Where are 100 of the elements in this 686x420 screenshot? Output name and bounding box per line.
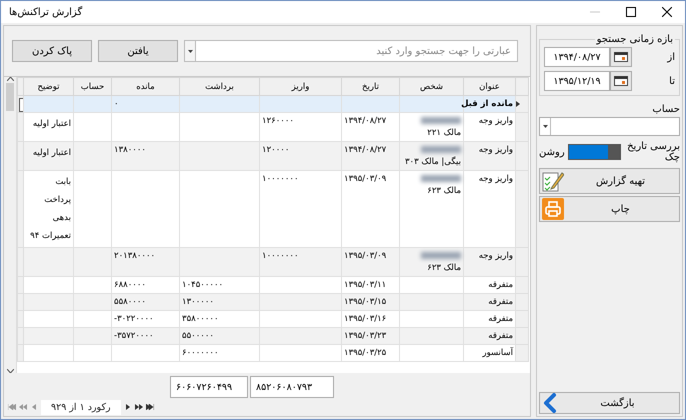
table-cell: متفرقه [488, 314, 513, 324]
dropdown-arrow-icon [542, 125, 548, 128]
table-cell: ۶۰۰۰۰۰۰۰ [182, 348, 219, 358]
table-cell: ۱۳۹۵/۰۳/۱۶ [344, 314, 386, 324]
table-cell: متفرقه [488, 297, 513, 307]
table-cell: متفرقه [488, 280, 513, 290]
table-cell: ۱۳۰۰۰۰۰ [182, 297, 214, 307]
table-cell: ۱۳۹۴/۰۸/۲۷ [344, 116, 386, 126]
blurred-text [421, 252, 461, 259]
report-button[interactable]: تهیه گزارش [539, 168, 680, 194]
last-record-icon [146, 404, 154, 410]
record-counter: رکورد ۱ از ۹۲۹ [41, 400, 121, 414]
table-cell: -۳۵۷۲۰۰۰۰ [114, 331, 154, 341]
next-record-icon [124, 404, 132, 410]
table-cell: ۱۳۹۵/۰۳/۲۵ [344, 348, 386, 358]
table-cell: ۱۳۹۵/۰۳/۱۵ [344, 297, 386, 307]
column-header[interactable]: توضیح [24, 78, 74, 96]
column-header[interactable]: مانده [112, 78, 180, 96]
table-cell: مالک ۶۲۳ [427, 186, 461, 196]
table-cell: اعتبار اولیه [32, 148, 71, 158]
column-header[interactable]: برداشت [180, 78, 260, 96]
table-cell: واریز وجه [478, 251, 513, 261]
column-header[interactable]: عنوان [464, 78, 516, 96]
clear-button[interactable]: پاک کردن [12, 40, 92, 62]
table-cell: ۲۰۱۳۸۰۰۰۰ [114, 251, 156, 261]
table-cell: مالک ۶۲۳ [427, 263, 461, 273]
column-header[interactable]: تاریخ [342, 78, 400, 96]
table-cell: متفرقه [488, 331, 513, 341]
scroll-down-icon [6, 369, 14, 373]
previous-record-icon [30, 404, 38, 410]
table-cell: ۱۳۹۵/۰۳/۰۹ [344, 251, 386, 261]
table-cell: ۳۵۸۰۰۰۰۰ [182, 314, 219, 324]
table-cell: ۱۲۰۰۰۰ [262, 145, 290, 155]
table-row[interactable]: ۵۵۸۰۰۰۰ ۱۳۰۰۰۰۰ ۱۳۹۵/۰۳/۱۵ متفرقه [18, 294, 528, 310]
field-label: تا [668, 76, 675, 86]
table-row[interactable]: -۳۵۷۲۰۰۰۰ ۵۵۰۰۰۰۰ ۱۳۹۵/۰۳/۲۳ متفرقه [18, 328, 528, 344]
table-cell: واریز وجه [478, 145, 513, 155]
calendar-icon [614, 52, 628, 62]
column-header[interactable]: شخص [400, 78, 464, 96]
table-cell: ۱۳۹۵/۰۳/۰۹ [344, 174, 386, 184]
table-cell: ۵۵۰۰۰۰۰ [182, 331, 214, 341]
table-cell: مانده از قبل [461, 99, 513, 109]
toggle-label: بررسی تاریخ چک [626, 141, 680, 163]
checklist-pencil-icon [542, 170, 564, 192]
table-cell: ۱۳۸۰۰۰۰ [114, 145, 146, 155]
date-field[interactable]: ۱۳۹۵/۱۲/۱۹ [544, 71, 610, 91]
next-page-icon [134, 404, 143, 410]
print-button[interactable]: چاپ [539, 196, 680, 222]
group-title: بازه زمانی جستجو [595, 34, 674, 45]
table-cell: ۵۵۸۰۰۰۰ [114, 297, 146, 307]
table-row[interactable]: ۶۰۰۰۰۰۰۰ ۱۳۹۵/۰۳/۲۵ آسانسور [18, 344, 528, 362]
table-cell: واریز وجه [478, 116, 513, 126]
table-row[interactable]: بابت پرداخت بدهی تعمیرات ۹۴ ۱۰۰۰۰۰۰۰ ۱۳۹۵/۰۳/۰۹ مالک ۶۲۳ واریز وجه [18, 170, 528, 248]
table-row[interactable]: ۲۰۱۳۸۰۰۰۰ ۱۰۰۰۰۰۰۰ ۱۳۹۵/۰۳/۰۹ مالک ۶۲۳ واریز وجه [18, 248, 528, 276]
table-cell: ۱۲۶۰۰۰۰ [262, 116, 294, 126]
date-field[interactable]: ۱۳۹۴/۰۸/۲۷ [544, 47, 610, 67]
back-button[interactable]: بازگشت [539, 392, 680, 414]
find-button[interactable]: یافتن [98, 40, 178, 62]
maximize-icon [626, 7, 636, 17]
table-cell: واریز وجه [478, 174, 513, 184]
column-header[interactable]: واریز [260, 78, 342, 96]
field-label: حساب [651, 104, 680, 115]
table-cell: ۱۳۹۴/۰۸/۲۷ [344, 145, 386, 155]
table-cell: ۱۳۹۵/۰۳/۲۳ [344, 331, 386, 341]
table-cell: ۶۸۸۰۰۰۰ [114, 280, 146, 290]
account-dropdown[interactable] [539, 117, 680, 136]
previous-page-icon [19, 404, 27, 410]
blurred-text [421, 117, 461, 124]
table-row[interactable]: ۰ مانده از قبل [18, 96, 528, 112]
close-icon [662, 7, 672, 17]
table-cell: ۱۳۹۵/۰۳/۱۱ [344, 280, 386, 290]
table-cell: آسانسور [482, 348, 513, 358]
window-title: گزارش تراکنش‌ها [9, 6, 82, 18]
scroll-thumb[interactable] [6, 83, 14, 111]
table-cell: اعتبار اولیه [32, 119, 71, 129]
blurred-text [421, 146, 461, 153]
table-cell: -۳۰۲۲۰۰۰۰ [114, 314, 154, 324]
table-cell: بابت پرداخت بدهی تعمیرات ۹۴ [30, 177, 71, 241]
table-cell: ۱۰۴۵۰۰۰۰۰ [182, 280, 224, 290]
vertical-scrollbar[interactable] [4, 77, 17, 373]
calendar-button[interactable] [610, 71, 632, 91]
toggle-switch[interactable] [568, 144, 622, 160]
column-header[interactable]: حساب [74, 78, 112, 96]
calendar-icon [614, 76, 628, 86]
table-cell: ۰ [114, 99, 119, 109]
dropdown-arrow-icon [188, 50, 192, 52]
table-cell: مالک ۲۲۱ [427, 128, 461, 138]
table-row[interactable]: اعتبار اولیه ۱۳۸۰۰۰۰ ۱۲۰۰۰۰ ۱۳۹۴/۰۸/۲۷ بیگی| مالک ۳۰۳ واریز وجه [18, 142, 528, 170]
table-cell: ۱۰۰۰۰۰۰۰ [262, 174, 299, 184]
first-record-icon [8, 404, 16, 410]
printer-icon [542, 198, 564, 220]
scroll-up-icon [6, 77, 14, 81]
table-cell: ۱۰۰۰۰۰۰۰ [262, 251, 299, 261]
blurred-text [421, 175, 461, 182]
total-field: ۶۰۶۰۷۲۶۰۴۹۹ [170, 376, 248, 398]
field-label: از [666, 52, 675, 62]
calendar-button[interactable] [610, 47, 632, 67]
total-field: ۸۵۲۰۶۰۸۰۷۹۳ [250, 376, 334, 398]
toggle-state: روشن [539, 146, 565, 158]
table-cell: بیگی| مالک ۳۰۳ [404, 157, 461, 167]
